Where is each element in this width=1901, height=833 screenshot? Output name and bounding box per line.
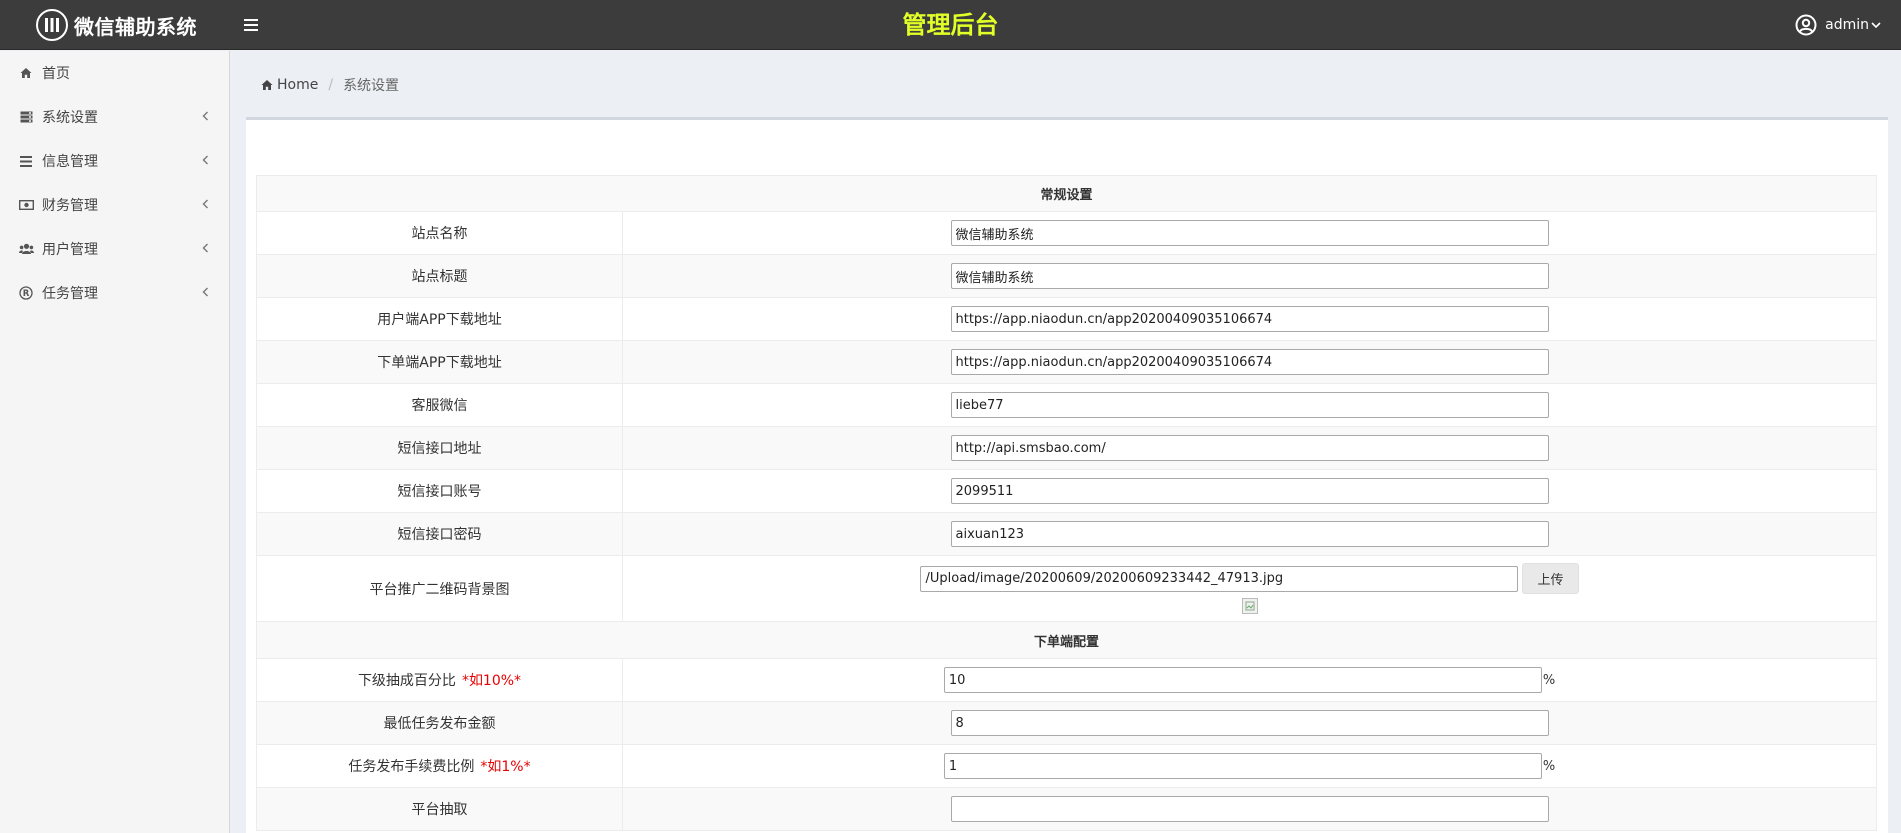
field-label-text: 下级抽成百分比 (357, 673, 456, 689)
field-label: 站点名称 (257, 212, 623, 254)
platform-cut-input[interactable] (950, 796, 1549, 822)
sidebar-item-task-management[interactable]: R 任务管理 (0, 271, 229, 315)
task-fee-ratio-input[interactable] (943, 753, 1542, 779)
settings-panel: 常规设置 站点名称 站点标题 用户端APP下载地址 下单端APP下载地址 客服微… (246, 117, 1888, 833)
users-icon (18, 241, 34, 257)
sidebar-item-label: 用户管理 (42, 242, 98, 258)
broken-image-icon (1241, 598, 1258, 614)
setting-row-user-app-url: 用户端APP下载地址 (256, 298, 1877, 341)
section-heading-general: 常规设置 (256, 175, 1877, 212)
list-icon (18, 153, 34, 169)
field-label: 平台推广二维码背景图 (257, 556, 623, 621)
service-wechat-input[interactable] (950, 392, 1549, 418)
top-navbar: 微信辅助系统 管理后台 admin (0, 0, 1901, 50)
site-title-input[interactable] (950, 263, 1549, 289)
registered-icon: R (18, 285, 34, 301)
server-icon (18, 109, 34, 125)
brand-logo-icon (36, 9, 68, 41)
field-label: 下单端APP下载地址 (257, 341, 623, 383)
percent-unit: % (1542, 758, 1556, 774)
svg-text:R: R (23, 289, 30, 299)
sidebar-item-info-management[interactable]: 信息管理 (0, 139, 229, 183)
qrcode-background-path-input[interactable] (920, 565, 1519, 592)
user-menu[interactable]: admin (1795, 0, 1881, 50)
field-label: 短信接口地址 (257, 427, 623, 469)
section-heading-order: 下单端配置 (256, 622, 1877, 659)
sidebar: 首页 系统设置 信息管理 财务管理 用户管理 R 任务管理 (0, 51, 230, 833)
money-icon (18, 197, 34, 213)
percent-unit: % (1542, 672, 1556, 688)
chevron-left-icon (202, 199, 208, 209)
setting-row-task-fee-ratio: 任务发布手续费比例 *如1%* % (256, 745, 1877, 788)
chevron-left-icon (202, 155, 208, 165)
order-app-url-input[interactable] (950, 349, 1549, 375)
setting-row-site-name: 站点名称 (256, 212, 1877, 255)
sidebar-item-label: 系统设置 (42, 110, 98, 126)
home-icon (18, 65, 34, 81)
sidebar-item-label: 任务管理 (42, 286, 98, 302)
breadcrumb-home-label: Home (277, 77, 319, 93)
min-task-amount-input[interactable] (950, 710, 1549, 736)
chevron-left-icon (202, 287, 208, 297)
sidebar-item-finance-management[interactable]: 财务管理 (0, 183, 229, 227)
sub-commission-input[interactable] (943, 667, 1542, 693)
user-circle-icon (1795, 14, 1817, 36)
sidebar-item-label: 财务管理 (42, 198, 98, 214)
user-app-url-input[interactable] (950, 306, 1549, 332)
sidebar-item-label: 首页 (42, 66, 70, 82)
setting-row-sub-commission: 下级抽成百分比 *如10%* % (256, 659, 1877, 702)
sms-account-input[interactable] (950, 478, 1549, 504)
settings-table: 常规设置 站点名称 站点标题 用户端APP下载地址 下单端APP下载地址 客服微… (256, 175, 1877, 831)
breadcrumb: Home / 系统设置 (261, 75, 399, 95)
menu-toggle-button[interactable] (240, 13, 262, 37)
page-header-title: 管理后台 (902, 11, 999, 39)
field-label: 下级抽成百分比 *如10%* (257, 659, 623, 701)
field-label: 任务发布手续费比例 *如1%* (257, 745, 623, 787)
brand[interactable]: 微信辅助系统 (0, 0, 230, 50)
hamburger-icon (244, 19, 258, 31)
home-icon (261, 80, 273, 90)
setting-row-sms-account: 短信接口账号 (256, 470, 1877, 513)
field-label: 平台抽取 (257, 788, 623, 830)
setting-row-platform-cut: 平台抽取 (256, 788, 1877, 831)
field-label: 最低任务发布金额 (257, 702, 623, 744)
brand-title: 微信辅助系统 (74, 14, 197, 39)
setting-row-service-wechat: 客服微信 (256, 384, 1877, 427)
field-label: 短信接口密码 (257, 513, 623, 555)
setting-row-order-app-url: 下单端APP下载地址 (256, 341, 1877, 384)
field-hint: *如10%* (461, 673, 522, 689)
sidebar-item-label: 信息管理 (42, 154, 98, 170)
setting-row-qrcode-background: 平台推广二维码背景图 上传 (256, 556, 1877, 622)
field-hint: *如1%* (480, 759, 531, 775)
chevron-left-icon (202, 111, 208, 121)
field-label-text: 任务发布手续费比例 (348, 759, 475, 775)
chevron-down-icon (1871, 22, 1881, 29)
sms-password-input[interactable] (950, 521, 1549, 547)
setting-row-sms-api-url: 短信接口地址 (256, 427, 1877, 470)
breadcrumb-separator: / (328, 77, 334, 93)
user-name: admin (1825, 17, 1869, 33)
breadcrumb-current: 系统设置 (343, 78, 400, 94)
breadcrumb-home-link[interactable]: Home (261, 77, 318, 93)
sms-api-url-input[interactable] (950, 435, 1549, 461)
field-label: 用户端APP下载地址 (257, 298, 623, 340)
sidebar-item-user-management[interactable]: 用户管理 (0, 227, 229, 271)
chevron-left-icon (202, 243, 208, 253)
setting-row-min-task-amount: 最低任务发布金额 (256, 702, 1877, 745)
sidebar-item-home[interactable]: 首页 (0, 51, 229, 95)
field-label: 短信接口账号 (257, 470, 623, 512)
upload-button[interactable]: 上传 (1522, 563, 1579, 594)
sidebar-item-system-settings[interactable]: 系统设置 (0, 95, 229, 139)
field-label: 客服微信 (257, 384, 623, 426)
setting-row-sms-password: 短信接口密码 (256, 513, 1877, 556)
site-name-input[interactable] (950, 220, 1549, 246)
setting-row-site-title: 站点标题 (256, 255, 1877, 298)
field-label: 站点标题 (257, 255, 623, 297)
